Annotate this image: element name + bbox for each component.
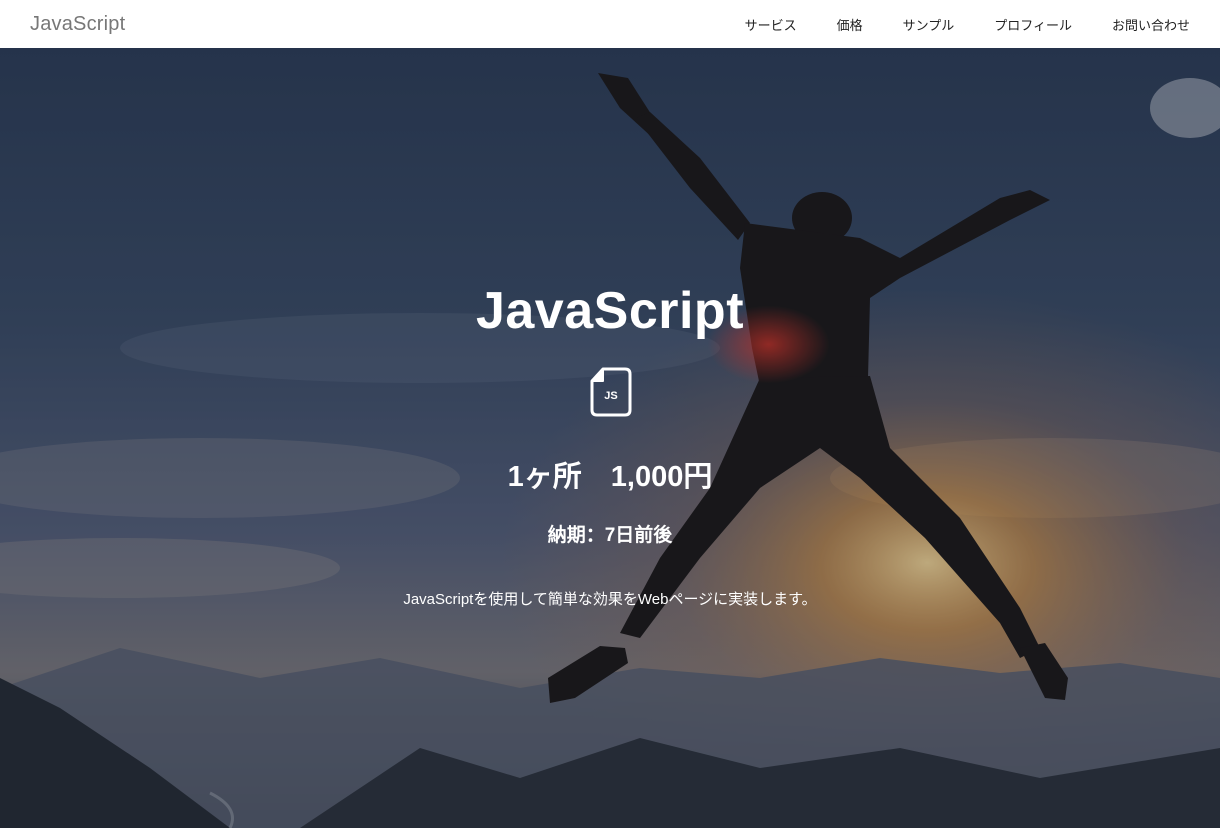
nav-link-contact[interactable]: お問い合わせ [1112,15,1190,34]
main-nav: サービス 価格 サンプル プロフィール お問い合わせ [745,0,1190,48]
price-text: 1ヶ所 1,000円 [507,461,713,493]
js-icon-label: JS [604,390,617,402]
js-file-icon: JS [590,367,632,417]
hero-section: JavaScript JS 1ヶ所 1,000円 納期：7日前後 JavaScr… [0,48,1220,828]
service-description: JavaScriptを使用して簡単な効果をWebページに実装します。 [403,591,817,608]
hero-title: JavaScript [475,282,745,340]
nav-link-service[interactable]: サービス [745,15,797,34]
hero-content: JavaScript JS 1ヶ所 1,000円 納期：7日前後 JavaScr… [0,48,1220,828]
nav-link-sample[interactable]: サンプル [903,15,955,34]
nav-link-price[interactable]: 価格 [837,15,863,34]
top-navbar: JavaScript サービス 価格 サンプル プロフィール お問い合わせ [0,0,1220,48]
nav-link-profile[interactable]: プロフィール [994,15,1072,34]
brand-logo-link[interactable]: JavaScript [30,13,125,36]
delivery-time-text: 納期：7日前後 [547,525,673,546]
